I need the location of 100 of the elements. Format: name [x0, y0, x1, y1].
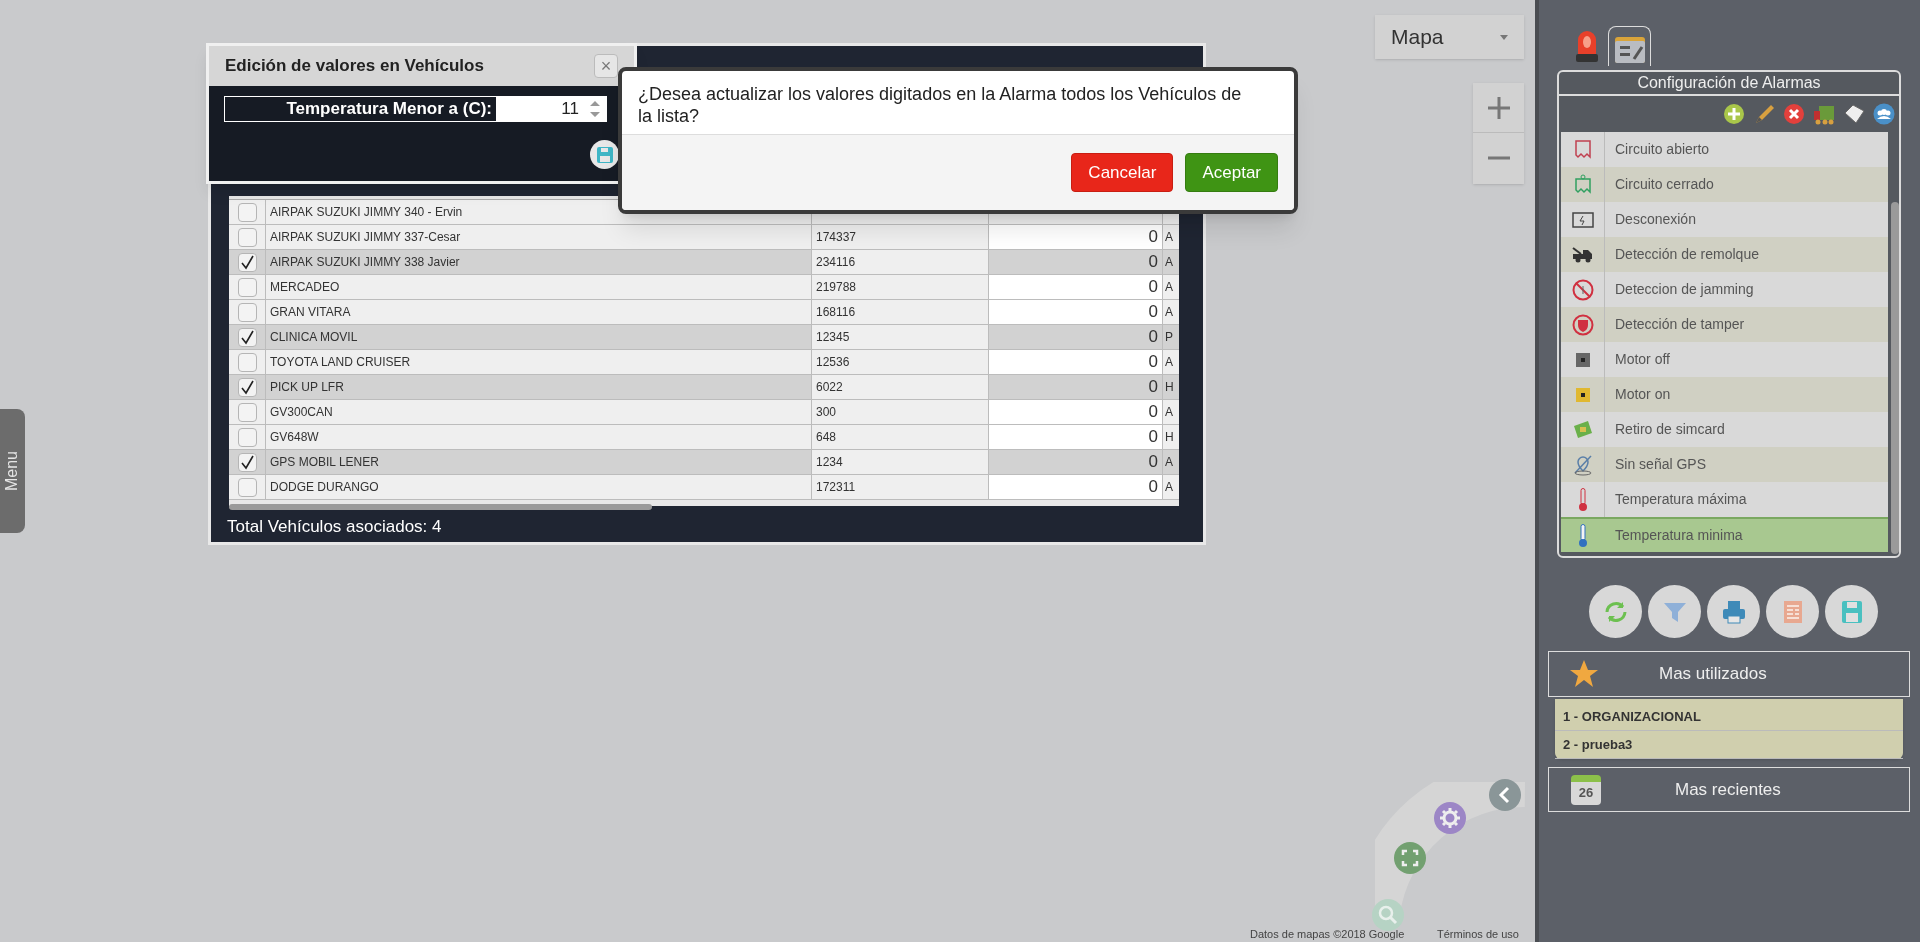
temperature-value: 0 — [1148, 351, 1158, 374]
vehicle-checkbox[interactable] — [237, 427, 257, 447]
map-type-select[interactable]: Mapa — [1375, 15, 1524, 59]
group-icon[interactable] — [1873, 103, 1895, 125]
alarm-list-item[interactable]: Circuito abierto — [1561, 132, 1888, 167]
plus-icon — [1487, 96, 1510, 119]
report-button[interactable] — [1766, 585, 1819, 638]
alarm-list-item[interactable]: Detección de remolque — [1561, 237, 1888, 272]
table-cell-text: A — [1165, 229, 1173, 246]
check-icon — [239, 454, 255, 470]
table-cell-text: A — [1165, 479, 1173, 496]
vehicle-checkbox[interactable] — [237, 252, 257, 272]
table-cell-text: A — [1165, 354, 1173, 371]
temperature-value: 0 — [1148, 376, 1158, 399]
refresh-button[interactable] — [1589, 585, 1642, 638]
field-label: Temperatura Menor a (C): — [224, 96, 497, 122]
check-icon — [239, 379, 255, 395]
alarm-list-item[interactable]: Sin señal GPS — [1561, 447, 1888, 482]
table-cell-text: A — [1165, 454, 1173, 471]
tag-icon[interactable] — [1843, 103, 1865, 125]
alarm-list-item[interactable]: Detección de tamper — [1561, 307, 1888, 342]
caret-icon — [1500, 34, 1508, 40]
alarm-list-item[interactable]: Retiro de simcard — [1561, 412, 1888, 447]
panel-tab[interactable] — [1608, 26, 1651, 66]
most-used-item[interactable]: 1 - ORGANIZACIONAL — [1555, 703, 1903, 731]
vehicle-checkbox[interactable] — [237, 327, 257, 347]
alarm-list-item[interactable]: Circuito cerrado — [1561, 167, 1888, 202]
most-used-item[interactable]: 2 - prueba3 — [1555, 731, 1903, 759]
siren-icon — [1573, 28, 1601, 64]
close-button[interactable]: × — [594, 54, 618, 78]
vehicle-name: CLINICA MOVIL — [270, 329, 358, 346]
vehicle-code: 1234 — [816, 454, 843, 471]
scrollbar-thumb[interactable] — [229, 504, 652, 510]
temperature-value: 0 — [1148, 301, 1158, 324]
vehicle-checkbox[interactable] — [237, 277, 257, 297]
pencil-icon[interactable] — [1753, 103, 1775, 125]
check-icon — [239, 254, 255, 270]
dialog-title: Edición de valores en Vehículos — [225, 55, 484, 78]
vehicle-checkbox[interactable] — [237, 402, 257, 422]
vehicle-name: GRAN VITARA — [270, 304, 351, 321]
vehicle-name: GV300CAN — [270, 404, 333, 421]
alarm-list-item[interactable]: Motor off — [1561, 342, 1888, 377]
cancel-button[interactable]: Cancelar — [1071, 153, 1174, 192]
vehicle-checkbox[interactable] — [237, 202, 257, 222]
accept-button[interactable]: Aceptar — [1185, 153, 1278, 192]
table-cell-text: A — [1165, 279, 1173, 296]
map-attribution: Datos de mapas ©2018 Google — [1250, 927, 1405, 942]
vehicle-code: 12345 — [816, 329, 850, 346]
total-vehicles-text: Total Vehículos asociados: 4 — [227, 516, 442, 538]
thermometer-icon — [1577, 487, 1588, 512]
vehicle-name: DODGE DURANGO — [270, 479, 379, 496]
vehicle-name: MERCADEO — [270, 279, 340, 296]
filter-button[interactable] — [1648, 585, 1701, 638]
alarm-list-item[interactable]: Motor on — [1561, 377, 1888, 412]
menu-tab[interactable]: Menu — [0, 409, 25, 533]
alarm-list-item[interactable]: Temperatura máxima — [1561, 482, 1888, 517]
vehicle-code: 219788 — [816, 279, 857, 296]
vehicle-name: GPS MOBIL LENER — [270, 454, 379, 471]
temperature-input[interactable]: 11 — [497, 96, 607, 122]
temperature-value: 0 — [1148, 426, 1158, 449]
fullscreen-button[interactable] — [1394, 842, 1426, 874]
table-cell-text: A — [1165, 404, 1173, 421]
temperature-value: 0 — [1148, 276, 1158, 299]
delete-icon[interactable] — [1783, 103, 1805, 125]
alarm-list-item[interactable]: Deteccion de jamming — [1561, 272, 1888, 307]
vehicle-checkbox[interactable] — [237, 477, 257, 497]
most-used-section-header[interactable]: Mas utilizados — [1548, 651, 1910, 697]
save-button[interactable] — [590, 140, 619, 169]
table-cell-text: P — [1165, 329, 1173, 346]
settings-button[interactable] — [1434, 802, 1466, 834]
temperature-value: 0 — [1148, 401, 1158, 424]
prohibited-signal-icon — [1570, 277, 1595, 302]
print-button[interactable] — [1707, 585, 1760, 638]
alarm-list-item[interactable]: Desconexión — [1561, 202, 1888, 237]
temperature-value: 0 — [1148, 451, 1158, 474]
vehicle-checkbox[interactable] — [237, 452, 257, 472]
back-button[interactable] — [1489, 779, 1521, 811]
vehicle-code: 300 — [816, 404, 837, 421]
recent-section-header[interactable]: 26 Mas recientes — [1548, 767, 1910, 812]
vehicle-name: AIRPAK SUZUKI JIMMY 338 Javier — [270, 254, 460, 271]
vehicle-code: 12536 — [816, 354, 850, 371]
scrollbar-thumb[interactable] — [1891, 202, 1899, 554]
vehicle-code: 172311 — [816, 479, 856, 496]
star-icon — [1569, 659, 1599, 689]
vehicle-checkbox[interactable] — [237, 377, 257, 397]
table-cell-text: H — [1165, 429, 1174, 446]
add-icon[interactable] — [1723, 103, 1745, 125]
vehicle-checkbox[interactable] — [237, 227, 257, 247]
vehicle-name: AIRPAK SUZUKI JIMMY 337-Cesar — [270, 229, 461, 246]
table-cell-text: H — [1165, 379, 1174, 396]
vehicle-code: 648 — [816, 429, 837, 446]
vehicle-checkbox[interactable] — [237, 352, 257, 372]
alarm-list-item[interactable]: Temperatura minima — [1561, 517, 1888, 552]
vehicle-checkbox[interactable] — [237, 302, 257, 322]
terms-link[interactable]: Términos de uso — [1437, 926, 1519, 942]
table-cell-text: A — [1165, 304, 1173, 321]
calendar-icon: 26 — [1571, 774, 1601, 805]
truck-icon[interactable] — [1813, 103, 1835, 125]
shield-icon — [1570, 312, 1595, 337]
temperature-value: 0 — [1148, 251, 1158, 274]
